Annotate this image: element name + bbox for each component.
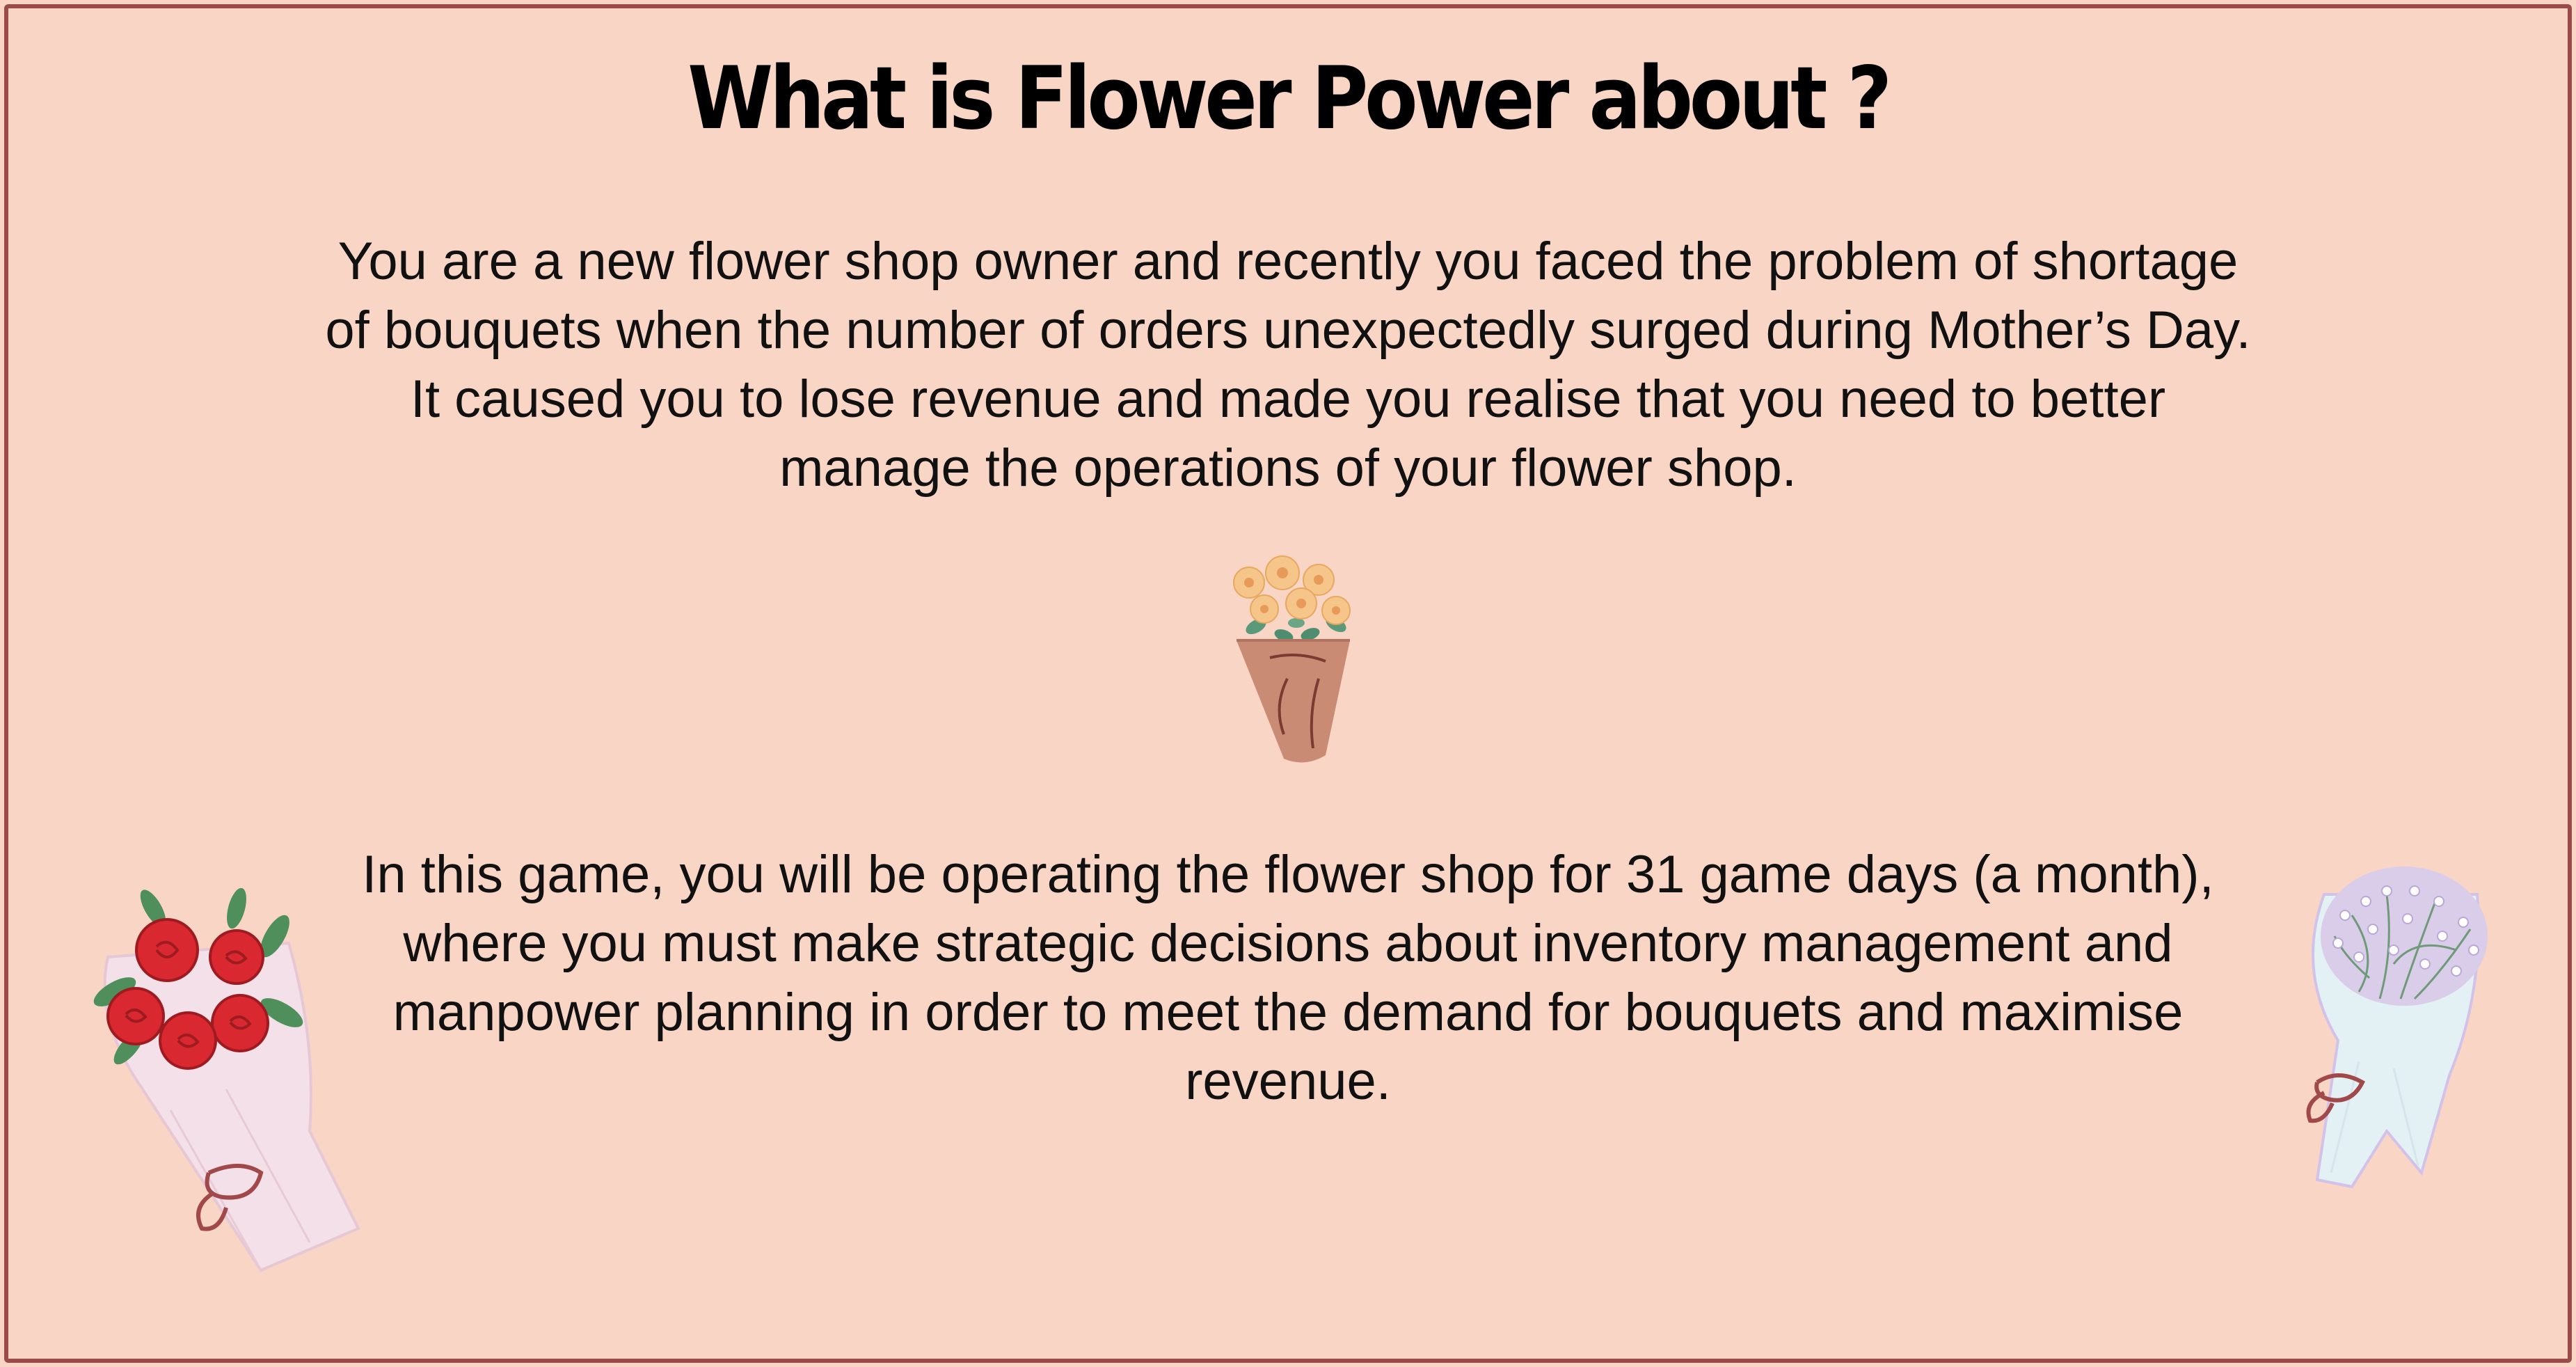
rose-bouquet-icon: [93, 887, 360, 1272]
babys-breath-bouquet-icon: [2306, 867, 2488, 1189]
page-title: What is Flower Power about ?: [687, 49, 1892, 149]
flower-pot-icon: [1233, 555, 1351, 763]
intro-paragraph: You are a new flower shop owner and rece…: [325, 232, 2251, 498]
details-paragraph: In this game, you will be operating the …: [362, 845, 2214, 1111]
